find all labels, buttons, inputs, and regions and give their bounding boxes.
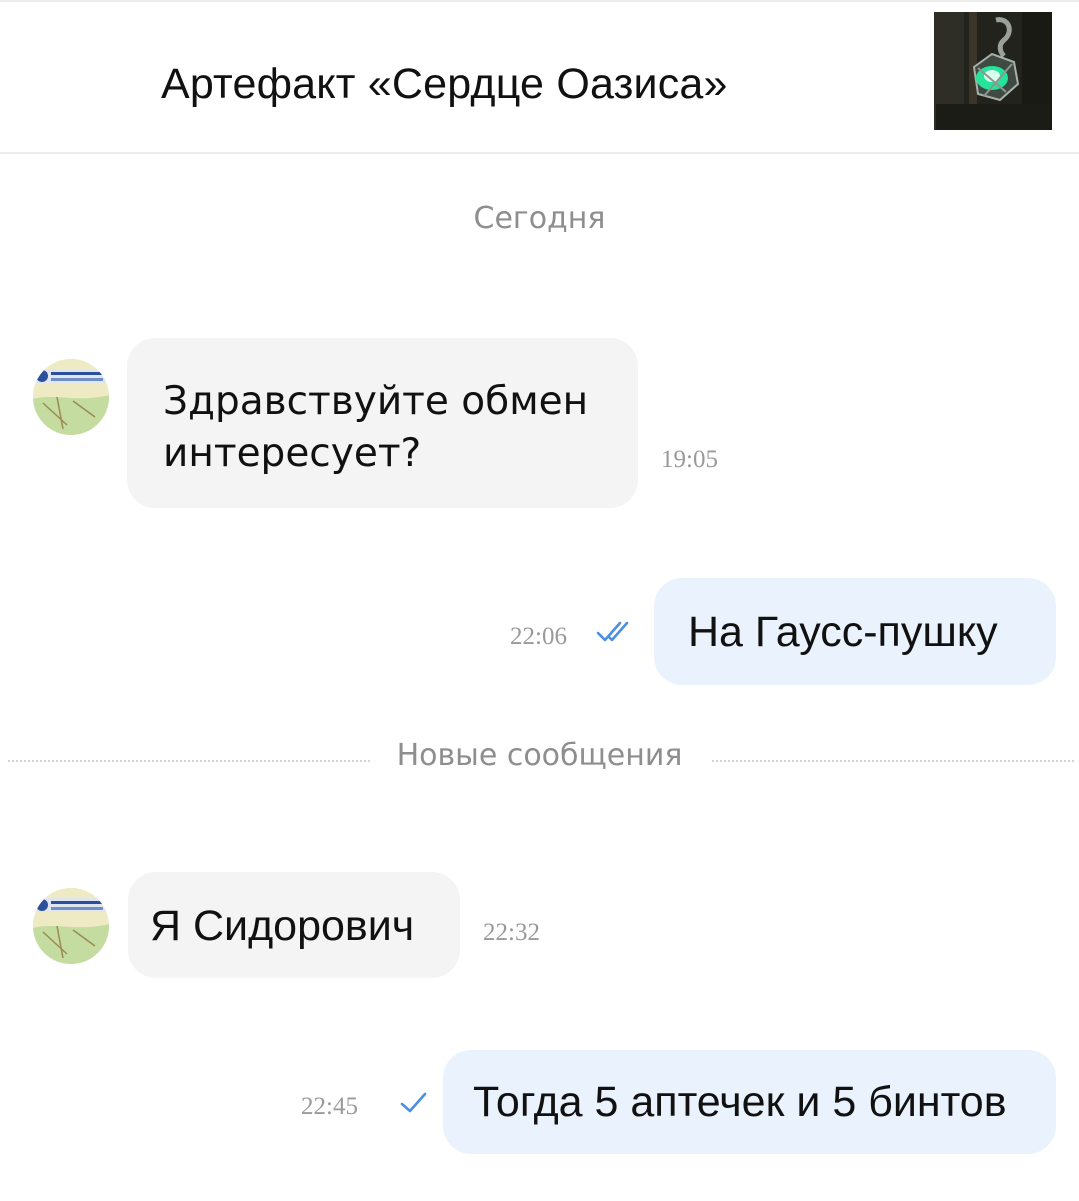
new-messages-label: Новые сообщения xyxy=(382,738,697,773)
chat-header: Артефакт «Сердце Оазиса» xyxy=(0,0,1079,154)
message-text: Тогда 5 аптечек и 5 бинтов xyxy=(473,1078,1007,1126)
outgoing-message-bubble[interactable]: На Гаусс-пушку xyxy=(654,578,1056,685)
chat-title[interactable]: Артефакт «Сердце Оазиса» xyxy=(161,60,728,109)
sender-avatar[interactable] xyxy=(33,888,109,964)
single-check-icon xyxy=(400,1092,427,1113)
artifact-thumbnail-icon[interactable] xyxy=(934,12,1052,130)
message-time: 22:06 xyxy=(510,623,567,650)
message-time: 22:45 xyxy=(301,1093,358,1120)
message-time: 19:05 xyxy=(661,446,718,473)
message-text: Я Сидорович xyxy=(150,902,415,950)
double-check-icon xyxy=(596,621,629,642)
message-text: На Гаусс-пушку xyxy=(688,608,998,656)
sender-avatar[interactable] xyxy=(33,359,109,435)
new-messages-separator: Новые сообщения xyxy=(0,738,1079,778)
date-separator: Сегодня xyxy=(473,201,606,236)
outgoing-message-bubble[interactable]: Тогда 5 аптечек и 5 бинтов xyxy=(443,1050,1056,1154)
message-time: 22:32 xyxy=(483,919,540,946)
incoming-message-bubble[interactable]: Здравствуйте обмен интересует? xyxy=(127,338,638,508)
message-text: Здравствуйте обмен интересует? xyxy=(163,379,589,476)
incoming-message-bubble[interactable]: Я Сидорович xyxy=(128,872,460,978)
